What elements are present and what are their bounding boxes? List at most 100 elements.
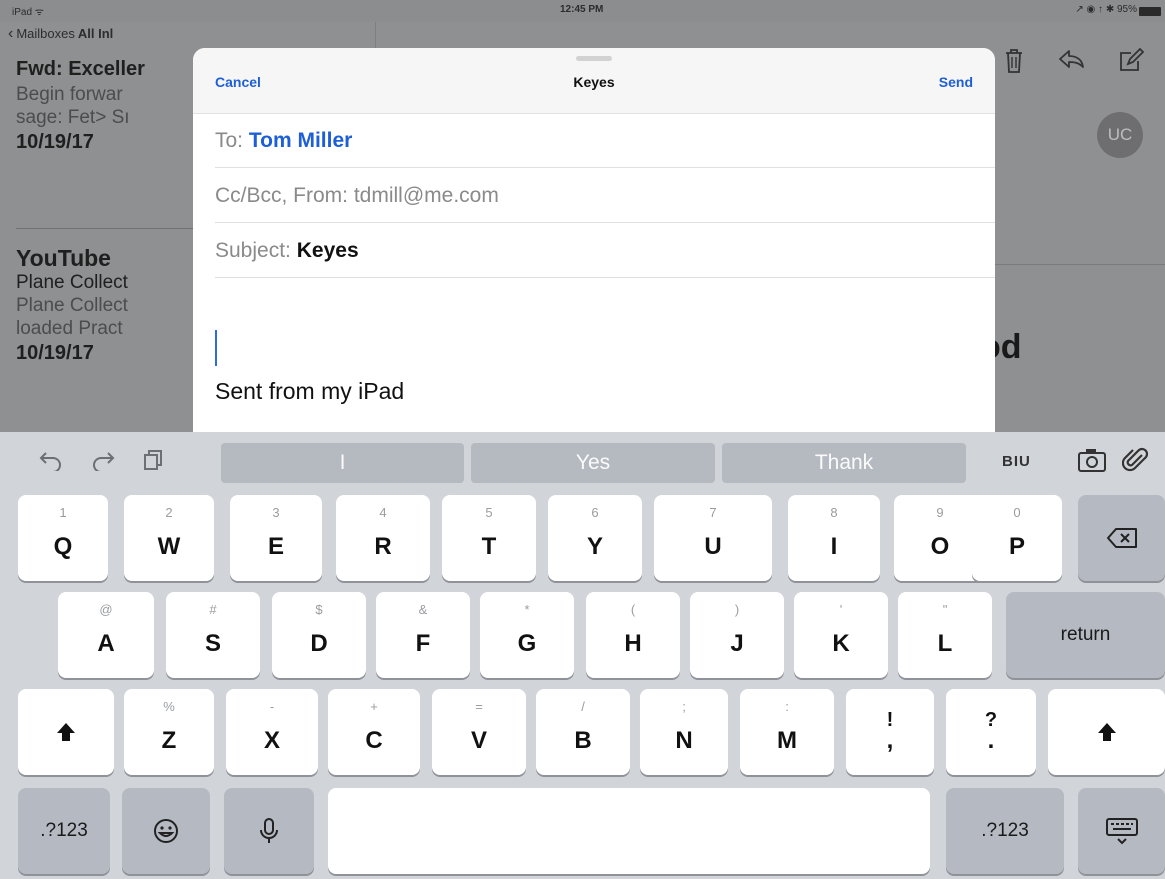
paperclip-icon[interactable] bbox=[1121, 447, 1149, 473]
key-primary: V bbox=[470, 727, 487, 754]
status-indicators: ↗ ◉ ↑ ✱ 95% bbox=[1075, 4, 1137, 15]
emoji-icon bbox=[122, 788, 210, 874]
key-secondary: ; bbox=[682, 699, 686, 714]
key-primary: E bbox=[267, 533, 284, 560]
key-primary: P bbox=[1008, 533, 1025, 560]
compose-title: Keyes bbox=[573, 74, 615, 90]
shift-key-left[interactable] bbox=[18, 689, 114, 775]
text-caret bbox=[215, 330, 217, 366]
emoji-key[interactable] bbox=[122, 788, 210, 874]
ipad-screen: iPad ᯤ 12:45 PM ↗ ◉ ↑ ✱ 95% ‹ Mailboxes … bbox=[0, 0, 1165, 879]
device-wifi-label: iPad ᯤ bbox=[12, 7, 44, 18]
hide-keyboard-key[interactable] bbox=[1078, 788, 1165, 874]
back-label: Mailboxes bbox=[16, 26, 75, 41]
key-secondary: # bbox=[209, 602, 217, 617]
mailboxes-back-button[interactable]: ‹ Mailboxes All Inl bbox=[8, 25, 113, 41]
suggestion-2[interactable]: Yes bbox=[471, 443, 715, 483]
key-u[interactable]: 7U bbox=[654, 495, 772, 581]
return-key[interactable]: return bbox=[1006, 592, 1165, 678]
key-q[interactable]: 1Q bbox=[18, 495, 108, 581]
format-bold-italic-underline-button[interactable]: BIU bbox=[1002, 453, 1031, 470]
sheet-grabber[interactable] bbox=[576, 56, 612, 61]
compose-icon[interactable] bbox=[1118, 47, 1145, 81]
key-k[interactable]: ' K bbox=[794, 592, 888, 678]
send-button[interactable]: Send bbox=[939, 74, 973, 90]
paste-icon[interactable] bbox=[142, 449, 164, 477]
key-primary: R bbox=[374, 533, 392, 560]
key-secondary: : bbox=[785, 699, 789, 714]
key-primary: X bbox=[263, 727, 280, 754]
return-label: return bbox=[1060, 624, 1111, 645]
key-primary: F bbox=[415, 630, 431, 657]
key-g[interactable]: * G bbox=[480, 592, 574, 678]
key-e[interactable]: 3E bbox=[230, 495, 322, 581]
subject-field[interactable]: Subject: Keyes bbox=[215, 224, 995, 278]
key-z[interactable]: % Z bbox=[124, 689, 214, 775]
key-d[interactable]: $ D bbox=[272, 592, 366, 678]
key-period[interactable]: ?. bbox=[946, 689, 1036, 775]
key-r[interactable]: 4R bbox=[336, 495, 430, 581]
cc-bcc-from-label: Cc/Bcc, From: tdmill@me.com bbox=[215, 184, 499, 207]
trash-icon[interactable] bbox=[1004, 48, 1024, 81]
key-secondary: 2 bbox=[165, 505, 173, 520]
key-w[interactable]: 2W bbox=[124, 495, 214, 581]
numbers-key-right[interactable]: .?123 bbox=[946, 788, 1064, 874]
key-secondary: " bbox=[942, 602, 948, 617]
redo-icon[interactable] bbox=[90, 449, 116, 477]
key-secondary: 0 bbox=[1013, 505, 1021, 520]
numbers-key-left[interactable]: .?123 bbox=[18, 788, 110, 874]
space-bar[interactable] bbox=[328, 788, 930, 874]
suggestion-1[interactable]: I bbox=[221, 443, 464, 483]
key-secondary: 5 bbox=[485, 505, 493, 520]
delete-key[interactable] bbox=[1078, 495, 1165, 581]
key-comma[interactable]: !, bbox=[846, 689, 934, 775]
key-secondary: 8 bbox=[830, 505, 838, 520]
key-secondary: ' bbox=[839, 602, 843, 617]
key-c[interactable]: + C bbox=[328, 689, 420, 775]
key-secondary: & bbox=[418, 602, 428, 617]
key-v[interactable]: = V bbox=[432, 689, 526, 775]
key-t[interactable]: 5T bbox=[442, 495, 536, 581]
undo-icon[interactable] bbox=[38, 449, 64, 477]
key-f[interactable]: & F bbox=[376, 592, 470, 678]
shift-key-right[interactable] bbox=[1048, 689, 1165, 775]
key-secondary: 6 bbox=[591, 505, 599, 520]
key-i[interactable]: 8I bbox=[788, 495, 880, 581]
key-primary: C bbox=[365, 727, 383, 754]
key-primary: Z bbox=[161, 727, 177, 754]
key-y[interactable]: 6Y bbox=[548, 495, 642, 581]
to-recipient[interactable]: Tom Miller bbox=[249, 129, 352, 152]
key-primary: U bbox=[704, 533, 722, 560]
key-primary: N bbox=[675, 727, 693, 754]
key-a[interactable]: @ A bbox=[58, 592, 154, 678]
suggestion-3[interactable]: Thank bbox=[722, 443, 966, 483]
key-secondary: / bbox=[581, 699, 585, 714]
detail-divider bbox=[995, 264, 1165, 265]
key-j[interactable]: ) J bbox=[690, 592, 784, 678]
key-p[interactable]: 0P bbox=[972, 495, 1062, 581]
key-secondary: @ bbox=[99, 602, 113, 617]
key-b[interactable]: / B bbox=[536, 689, 630, 775]
to-field[interactable]: To: Tom Miller bbox=[215, 114, 995, 168]
numbers-label: .?123 bbox=[40, 820, 88, 841]
key-m[interactable]: :M bbox=[740, 689, 834, 775]
key-x[interactable]: -X bbox=[226, 689, 318, 775]
key-h[interactable]: (H bbox=[586, 592, 680, 678]
key-n[interactable]: ; N bbox=[640, 689, 728, 775]
key-secondary: $ bbox=[315, 602, 323, 617]
key-l[interactable]: " L bbox=[898, 592, 992, 678]
key-secondary: 7 bbox=[709, 505, 717, 520]
key-secondary: ) bbox=[734, 602, 740, 617]
key-secondary: = bbox=[475, 699, 483, 714]
cc-bcc-from-field[interactable]: Cc/Bcc, From: tdmill@me.com bbox=[215, 169, 995, 223]
message-body[interactable]: Sent from my iPad bbox=[215, 378, 404, 405]
camera-icon[interactable] bbox=[1077, 447, 1107, 473]
key-primary: T bbox=[481, 533, 497, 560]
numbers-label: .?123 bbox=[981, 820, 1029, 841]
shift-icon bbox=[1048, 689, 1165, 775]
reply-icon[interactable] bbox=[1058, 48, 1086, 77]
dictation-key[interactable] bbox=[224, 788, 314, 874]
key-s[interactable]: # S bbox=[166, 592, 260, 678]
key-primary: W bbox=[157, 533, 181, 560]
key-primary: H bbox=[624, 630, 642, 657]
